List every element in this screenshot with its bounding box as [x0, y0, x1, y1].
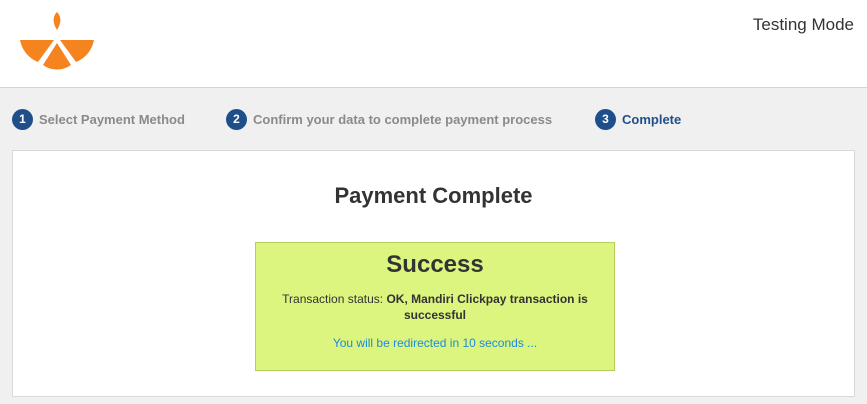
transaction-status: Transaction status: OK, Mandiri Clickpay… — [275, 291, 595, 323]
status-prefix: Transaction status: — [282, 292, 384, 306]
step-label: Select Payment Method — [39, 111, 185, 127]
success-result-box: Success Transaction status: OK, Mandiri … — [255, 242, 615, 371]
step-number-badge: 2 — [226, 108, 247, 130]
header: Testing Mode — [0, 0, 867, 88]
step-confirm-data: 2 Confirm your data to complete payment … — [226, 108, 552, 130]
status-value: OK, Mandiri Clickpay transaction is succ… — [386, 292, 588, 322]
testing-mode-label: Testing Mode — [752, 15, 854, 34]
step-complete: 3 Complete — [595, 108, 681, 130]
step-number-badge: 1 — [12, 108, 33, 130]
step-select-payment-method: 1 Select Payment Method — [12, 108, 185, 130]
page-title: Payment Complete — [334, 183, 533, 208]
payment-panel: Payment Complete Success Transaction sta… — [12, 150, 855, 397]
redirect-message: You will be redirected in 10 seconds ... — [332, 336, 538, 350]
step-number-badge: 3 — [595, 108, 616, 130]
step-label: Confirm your data to complete payment pr… — [253, 111, 553, 127]
step-label: Complete — [622, 111, 682, 127]
result-title: Success — [386, 251, 484, 278]
orange-slice-logo-icon — [18, 10, 96, 74]
checkout-steps: 1 Select Payment Method 2 Confirm your d… — [0, 88, 867, 150]
